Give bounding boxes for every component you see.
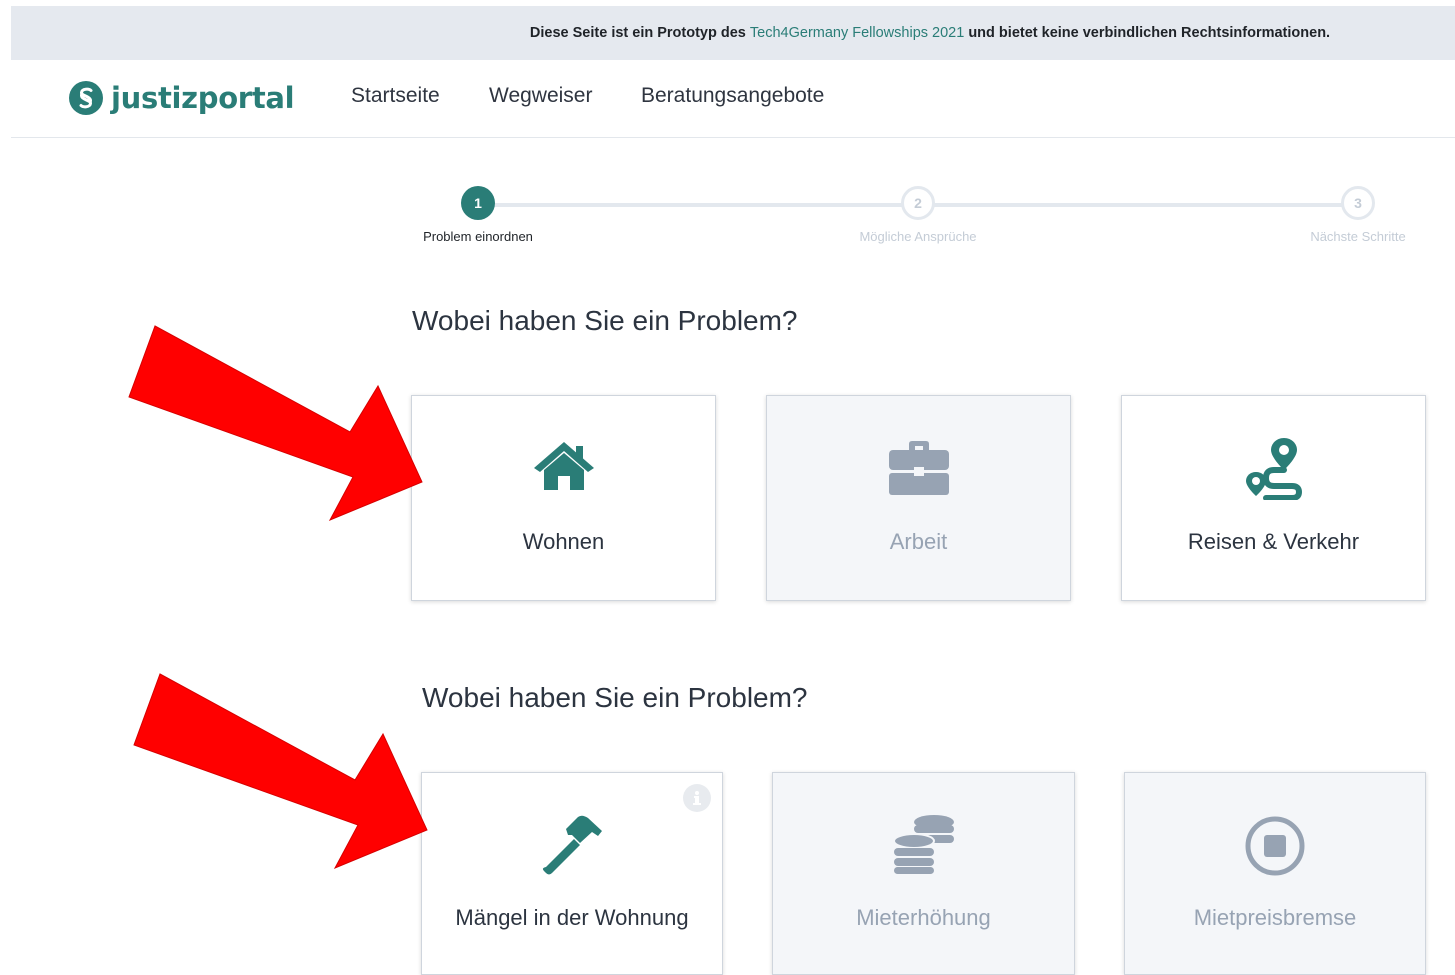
- card-mieterhoehung-label: Mieterhöhung: [856, 905, 991, 930]
- step-1-label: Problem einordnen: [423, 229, 533, 244]
- step-1-circle: 1: [461, 186, 495, 220]
- nav-wegweiser[interactable]: Wegweiser: [489, 84, 592, 108]
- card-mieterhoehung[interactable]: Mieterhöhung: [772, 772, 1075, 975]
- card-reisen-verkehr[interactable]: Reisen & Verkehr: [1121, 395, 1426, 601]
- coins-icon: [892, 815, 954, 874]
- header-navbar: justizportal Startseite Wegweiser Beratu…: [11, 60, 1455, 138]
- info-glyph-icon: [693, 791, 701, 805]
- progress-stepper: 1 Problem einordnen 2 Mögliche Ansprüche…: [410, 186, 1450, 256]
- banner-text-before: Diese Seite ist ein Prototyp des: [529, 25, 746, 41]
- annotation-arrow-2: [133, 673, 428, 869]
- card-mietpreisbremse-label: Mietpreisbremse: [1193, 905, 1357, 930]
- prototype-notice-banner: Diese Seite ist ein Prototyp des Tech4Ge…: [11, 6, 1455, 60]
- step-2: 2 Mögliche Ansprüche: [848, 186, 988, 244]
- annotation-arrow-1: [128, 325, 423, 521]
- banner-text-after: und bietet keine verbindlichen Rechtsinf…: [968, 25, 1331, 41]
- info-icon[interactable]: [683, 784, 711, 812]
- section-2-heading: Wobei haben Sie ein Problem?: [422, 682, 808, 713]
- card-maengel-label: Mängel in der Wohnung: [455, 905, 689, 930]
- nav-beratungsangebote[interactable]: Beratungsangebote: [641, 84, 824, 108]
- paragraph-logo-icon: [69, 81, 103, 115]
- card-arbeit-label: Arbeit: [889, 529, 948, 554]
- step-1: 1 Problem einordnen: [408, 186, 548, 244]
- house-icon: [533, 442, 594, 490]
- step-2-circle: 2: [901, 186, 935, 220]
- card-wohnen[interactable]: Wohnen: [411, 395, 716, 601]
- justizportal-logo[interactable]: justizportal: [68, 80, 295, 116]
- step-3: 3 Nächste Schritte: [1288, 186, 1428, 244]
- card-maengel[interactable]: Mängel in der Wohnung: [421, 772, 723, 975]
- nav-startseite[interactable]: Startseite: [351, 84, 440, 108]
- route-icon: [1245, 438, 1302, 500]
- step-2-label: Mögliche Ansprüche: [859, 229, 977, 244]
- card-wohnen-label: Wohnen: [522, 529, 605, 554]
- section-1-heading: Wobei haben Sie ein Problem?: [412, 305, 798, 336]
- fellowship-link[interactable]: Tech4Germany Fellowships 2021: [750, 25, 964, 41]
- briefcase-icon: [888, 441, 949, 495]
- card-reisen-label: Reisen & Verkehr: [1187, 529, 1360, 554]
- step-3-circle: 3: [1341, 186, 1375, 220]
- card-arbeit[interactable]: Arbeit: [766, 395, 1071, 601]
- step-3-label: Nächste Schritte: [1310, 229, 1406, 244]
- card-mietpreisbremse[interactable]: Mietpreisbremse: [1124, 772, 1426, 975]
- logo-text: justizportal: [111, 81, 295, 115]
- hammer-icon: [542, 815, 602, 875]
- stop-circle-icon: [1245, 816, 1305, 876]
